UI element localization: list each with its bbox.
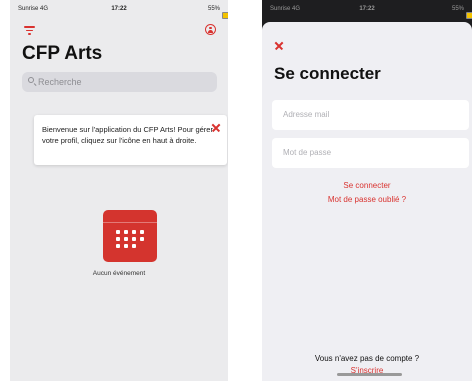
password-placeholder: Mot de passe xyxy=(283,148,332,157)
no-account-text: Vous n'avez pas de compte ? xyxy=(314,354,420,363)
login-link[interactable]: Se connecter xyxy=(262,181,472,190)
battery-icon xyxy=(466,12,472,19)
status-bar: Sunrise 4G 17:22 55% xyxy=(262,0,472,19)
email-field[interactable]: Adresse mail xyxy=(272,100,469,130)
time-label: 17:22 xyxy=(111,6,127,12)
login-screen: Sunrise 4G 17:22 55% Se connecter Adress… xyxy=(262,0,472,381)
search-placeholder: Recherche xyxy=(38,77,82,87)
battery-icon xyxy=(222,12,228,19)
page-title: CFP Arts xyxy=(22,43,103,64)
welcome-card: Bienvenue sur l'application du CFP Arts!… xyxy=(34,115,227,165)
battery-indicator: 55% xyxy=(207,6,228,19)
calendar-icon xyxy=(103,210,157,262)
email-placeholder: Adresse mail xyxy=(283,110,330,119)
profile-icon[interactable] xyxy=(205,24,216,35)
battery-percent: 55% xyxy=(207,6,220,12)
search-icon xyxy=(28,77,34,83)
password-field[interactable]: Mot de passe xyxy=(272,138,469,168)
status-bar: Sunrise 4G 17:22 55% xyxy=(10,0,228,19)
page-title: Se connecter xyxy=(274,64,381,83)
time-label: 17:22 xyxy=(359,6,375,12)
home-indicator xyxy=(337,373,402,376)
forgot-password-link[interactable]: Mot de passe oublié ? xyxy=(262,195,472,204)
battery-indicator: 55% xyxy=(451,6,472,19)
close-icon[interactable] xyxy=(274,40,284,50)
filter-menu-icon[interactable] xyxy=(24,26,35,35)
battery-percent: 55% xyxy=(451,6,464,12)
welcome-message: Bienvenue sur l'application du CFP Arts!… xyxy=(42,125,213,145)
home-screen: Sunrise 4G 17:22 55% CFP Arts Recherche … xyxy=(10,0,228,381)
login-sheet: Se connecter Adresse mail Mot de passe S… xyxy=(262,22,472,381)
empty-state-label: Aucun événement xyxy=(92,270,146,277)
search-input[interactable]: Recherche xyxy=(22,72,217,92)
close-icon[interactable] xyxy=(211,122,221,132)
